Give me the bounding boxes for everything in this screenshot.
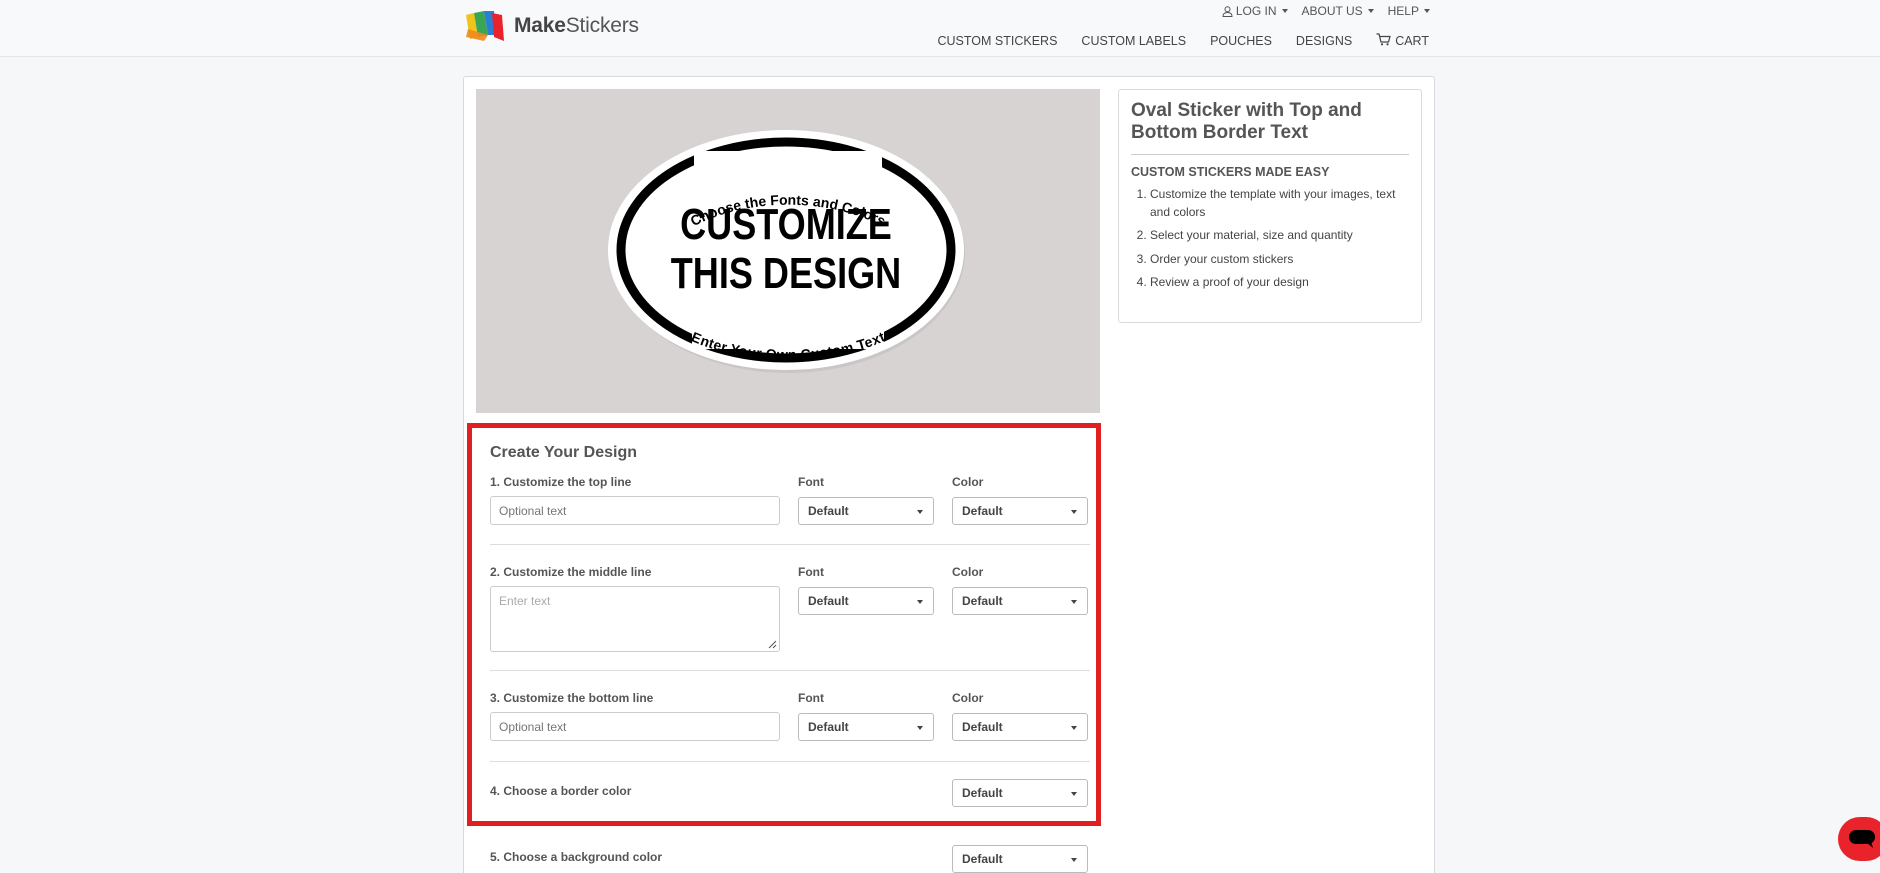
middle-line-label: 2. Customize the middle line	[490, 565, 652, 579]
site-header: MakeStickers LOG IN ABOUT US HELP CUSTOM…	[0, 0, 1880, 57]
chat-button[interactable]	[1838, 817, 1880, 861]
top-line-input[interactable]	[490, 496, 780, 525]
resize-grip-icon[interactable]	[768, 640, 777, 649]
middle-line-placeholder: Enter text	[499, 594, 551, 608]
chat-icon	[1849, 830, 1875, 848]
top-font-select[interactable]: Default	[798, 497, 934, 525]
chevron-down-icon	[917, 600, 923, 604]
middle-line-textarea[interactable]: Enter text	[490, 586, 780, 652]
bottom-color-select[interactable]: Default	[952, 713, 1088, 741]
steps-list: Customize the template with your images,…	[1131, 186, 1409, 292]
background-color-select[interactable]: Default	[952, 845, 1088, 873]
bottom-line-input[interactable]	[490, 712, 780, 741]
design-title: Create Your Design	[490, 444, 638, 461]
step-item: Select your material, size and quantity	[1150, 227, 1409, 245]
user-icon	[1222, 5, 1233, 17]
product-container: Choose the Fonts and Colors Enter Your O…	[463, 76, 1435, 873]
logo-text: MakeStickers	[514, 14, 639, 37]
top-nav: LOG IN ABOUT US HELP	[1222, 4, 1430, 18]
preview-middle-line1: CUSTOMIZE	[680, 200, 892, 249]
logo[interactable]: MakeStickers	[464, 9, 639, 43]
background-color-label: 5. Choose a background color	[490, 850, 663, 864]
bottom-font-select[interactable]: Default	[798, 713, 934, 741]
divider	[1131, 154, 1409, 155]
help-menu[interactable]: HELP	[1388, 4, 1430, 18]
chevron-down-icon	[1281, 9, 1288, 13]
nav-pouches[interactable]: POUCHES	[1210, 33, 1272, 49]
product-title: Oval Sticker with Top and Bottom Border …	[1131, 100, 1362, 143]
middle-font-select[interactable]: Default	[798, 587, 934, 615]
nav-custom-stickers[interactable]: CUSTOM STICKERS	[938, 33, 1058, 49]
top-font-label: Font	[798, 475, 824, 489]
chevron-down-icon	[1071, 792, 1077, 796]
chevron-down-icon	[917, 510, 923, 514]
chevron-down-icon	[1424, 9, 1430, 13]
sticker-preview: Choose the Fonts and Colors Enter Your O…	[608, 130, 965, 373]
step-item: Customize the template with your images,…	[1150, 186, 1409, 221]
cart-icon	[1376, 33, 1391, 49]
chevron-down-icon	[1071, 858, 1077, 862]
bottom-line-label: 3. Customize the bottom line	[490, 691, 654, 705]
top-color-label: Color	[952, 475, 984, 489]
top-line-label: 1. Customize the top line	[490, 475, 632, 489]
nav-designs[interactable]: DESIGNS	[1296, 33, 1352, 49]
middle-color-label: Color	[952, 565, 984, 579]
middle-font-label: Font	[798, 565, 824, 579]
step-item: Order your custom stickers	[1150, 251, 1409, 269]
nav-custom-labels[interactable]: CUSTOM LABELS	[1081, 33, 1186, 49]
chevron-down-icon	[917, 726, 923, 730]
preview-middle-line2: THIS DESIGN	[671, 249, 901, 298]
chevron-down-icon	[1071, 600, 1077, 604]
login-label: LOG IN	[1235, 4, 1277, 18]
bottom-color-label: Color	[952, 691, 984, 705]
divider	[490, 761, 1090, 762]
chevron-down-icon	[1071, 726, 1077, 730]
nav-cart[interactable]: CART	[1376, 33, 1429, 49]
divider	[490, 670, 1090, 671]
main-nav: CUSTOM STICKERS CUSTOM LABELS POUCHES DE…	[938, 33, 1429, 49]
help-label: HELP	[1387, 4, 1419, 18]
border-color-label: 4. Choose a border color	[490, 784, 632, 798]
bottom-font-label: Font	[798, 691, 824, 705]
product-info-panel: Oval Sticker with Top and Bottom Border …	[1118, 89, 1422, 323]
logo-icon	[464, 9, 512, 43]
info-subtitle: CUSTOM STICKERS MADE EASY	[1131, 165, 1330, 179]
about-label: ABOUT US	[1301, 4, 1363, 18]
design-preview: Choose the Fonts and Colors Enter Your O…	[476, 89, 1100, 413]
cart-label: CART	[1395, 34, 1429, 48]
chevron-down-icon	[1367, 9, 1374, 13]
divider	[490, 544, 1090, 545]
step-item: Review a proof of your design	[1150, 274, 1409, 292]
login-menu[interactable]: LOG IN	[1222, 4, 1288, 18]
middle-color-select[interactable]: Default	[952, 587, 1088, 615]
about-menu[interactable]: ABOUT US	[1302, 4, 1374, 18]
chevron-down-icon	[1071, 510, 1077, 514]
border-color-select[interactable]: Default	[952, 779, 1088, 807]
design-form: Create Your Design 1. Customize the top …	[469, 424, 1101, 873]
top-color-select[interactable]: Default	[952, 497, 1088, 525]
